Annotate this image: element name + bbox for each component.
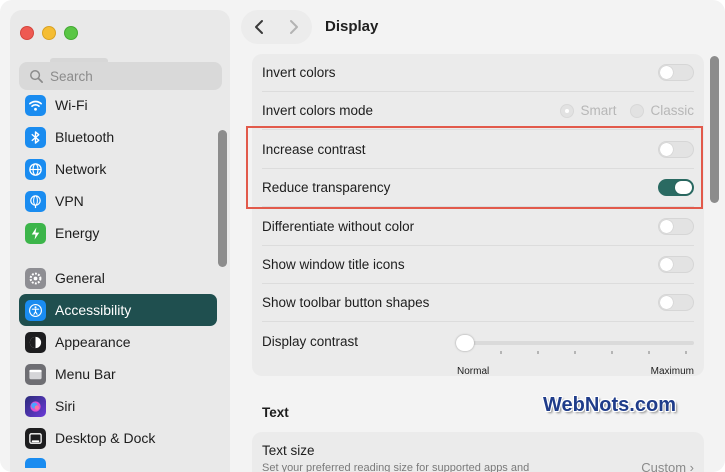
radio-classic[interactable]: Classic xyxy=(630,103,694,118)
display-icon xyxy=(25,458,46,468)
slider-min-label: Normal xyxy=(457,366,490,377)
sidebar-item-network[interactable]: Network xyxy=(19,153,217,185)
sidebar-item-label: Accessibility xyxy=(55,302,132,318)
sidebar-item-menu-bar[interactable]: Menu Bar xyxy=(19,358,217,390)
sidebar-item-wifi[interactable]: Wi-Fi xyxy=(19,89,217,121)
menu-bar-icon xyxy=(25,363,46,385)
sidebar-item-vpn[interactable]: VPN xyxy=(19,185,217,217)
differentiate-toggle[interactable] xyxy=(658,218,694,235)
text-size-label: Text size xyxy=(262,443,315,458)
wifi-icon xyxy=(25,94,46,116)
siri-icon xyxy=(25,395,46,417)
slider-tick xyxy=(537,351,539,354)
sidebar-item-bluetooth[interactable]: Bluetooth xyxy=(19,121,217,153)
display-contrast-slider-knob[interactable] xyxy=(456,335,474,351)
slider-tick xyxy=(685,351,687,354)
system-settings-window: Search Wi-Fi Bluetooth Network VPN Energ… xyxy=(0,0,725,472)
sidebar-item-label: VPN xyxy=(55,193,84,209)
bluetooth-icon xyxy=(25,126,46,148)
sidebar-item-label: Wi-Fi xyxy=(55,97,88,113)
toolbar-shapes-toggle[interactable] xyxy=(658,294,694,311)
sidebar-item-label: Energy xyxy=(55,225,100,241)
slider-tick xyxy=(574,351,576,354)
window-title-icons-toggle[interactable] xyxy=(658,256,694,273)
gear-icon xyxy=(25,267,46,289)
vpn-globe-icon xyxy=(25,190,46,212)
invert-colors-row: Invert colors xyxy=(252,54,704,92)
radio-smart[interactable]: Smart xyxy=(560,103,616,118)
radio-smart-label: Smart xyxy=(580,103,617,118)
invert-colors-toggle[interactable] xyxy=(658,64,694,81)
chevron-right-icon xyxy=(289,20,298,34)
content-scrollbar[interactable] xyxy=(710,56,719,203)
slider-max-label: Maximum xyxy=(650,366,694,377)
toolbar-shapes-row: Show toolbar button shapes xyxy=(252,284,704,322)
sidebar-item-siri[interactable]: Siri xyxy=(19,390,217,422)
back-button[interactable] xyxy=(241,10,276,44)
text-size-description: Set your preferred reading size for supp… xyxy=(262,462,530,472)
window-title-icons-row: Show window title icons xyxy=(252,246,704,284)
text-section-title: Text xyxy=(262,405,289,420)
sidebar-scrollbar[interactable] xyxy=(218,130,227,267)
slider-tick xyxy=(500,351,502,354)
invert-mode-label: Invert colors mode xyxy=(262,103,374,118)
sidebar-list: Wi-Fi Bluetooth Network VPN Energy Gener… xyxy=(19,89,217,468)
text-size-value-label: Custom xyxy=(641,460,687,472)
globe-icon xyxy=(25,158,46,180)
sidebar-item-label: Siri xyxy=(55,398,76,414)
forward-button[interactable] xyxy=(276,10,311,44)
search-field[interactable]: Search xyxy=(19,62,222,90)
sidebar-item-label: Appearance xyxy=(55,334,131,350)
watermark: WebNots.com xyxy=(543,394,676,416)
window-title-icons-label: Show window title icons xyxy=(262,257,405,272)
sidebar-item-energy[interactable]: Energy xyxy=(19,217,217,249)
search-placeholder: Search xyxy=(50,68,93,84)
invert-mode-row: Invert colors mode Smart Classic xyxy=(252,92,704,130)
sidebar-item-label: General xyxy=(55,270,105,286)
display-contrast-label: Display contrast xyxy=(262,334,359,349)
invert-mode-radio-group: Smart Classic xyxy=(546,103,694,118)
navigation-buttons xyxy=(241,10,312,44)
chevron-right-icon: › xyxy=(689,460,694,472)
zoom-window-button[interactable] xyxy=(64,26,78,40)
sidebar-item-appearance[interactable]: Appearance xyxy=(19,326,217,358)
sidebar-item-label: Menu Bar xyxy=(55,366,116,382)
sidebar-item-partial xyxy=(19,454,217,468)
differentiate-label: Differentiate without color xyxy=(262,219,415,234)
toolbar-shapes-label: Show toolbar button shapes xyxy=(262,295,430,310)
annotation-highlight-box xyxy=(246,126,703,209)
sidebar-item-general[interactable]: General xyxy=(19,262,217,294)
radio-classic-dot xyxy=(630,103,645,118)
slider-tick xyxy=(611,351,613,354)
display-contrast-row: Display contrast Normal Maximum xyxy=(252,323,704,377)
sidebar-item-label: Network xyxy=(55,161,107,177)
display-contrast-slider-track[interactable] xyxy=(458,341,694,345)
appearance-icon xyxy=(25,331,46,353)
invert-colors-label: Invert colors xyxy=(262,65,336,80)
differentiate-row: Differentiate without color xyxy=(252,208,704,246)
sidebar-item-label: Bluetooth xyxy=(55,129,115,145)
dock-icon xyxy=(25,427,46,449)
minimize-window-button[interactable] xyxy=(42,26,56,40)
sidebar-item-accessibility[interactable]: Accessibility xyxy=(19,294,217,326)
chevron-left-icon xyxy=(254,20,263,34)
sidebar: Search Wi-Fi Bluetooth Network VPN Energ… xyxy=(10,10,230,472)
battery-icon xyxy=(25,222,46,244)
text-size-value: Custom › xyxy=(641,460,694,472)
page-title: Display xyxy=(325,18,379,35)
radio-classic-label: Classic xyxy=(650,103,694,118)
display-settings-card: Invert colors Invert colors mode Smart C… xyxy=(252,54,704,377)
text-size-card[interactable]: Text size Set your preferred reading siz… xyxy=(252,432,704,472)
radio-smart-dot xyxy=(560,103,575,118)
search-icon xyxy=(30,69,43,83)
sidebar-item-label: Desktop & Dock xyxy=(55,430,156,446)
accessibility-icon xyxy=(25,299,46,321)
close-window-button[interactable] xyxy=(20,26,34,40)
slider-tick xyxy=(648,351,650,354)
sidebar-item-desktop-dock[interactable]: Desktop & Dock xyxy=(19,422,217,454)
